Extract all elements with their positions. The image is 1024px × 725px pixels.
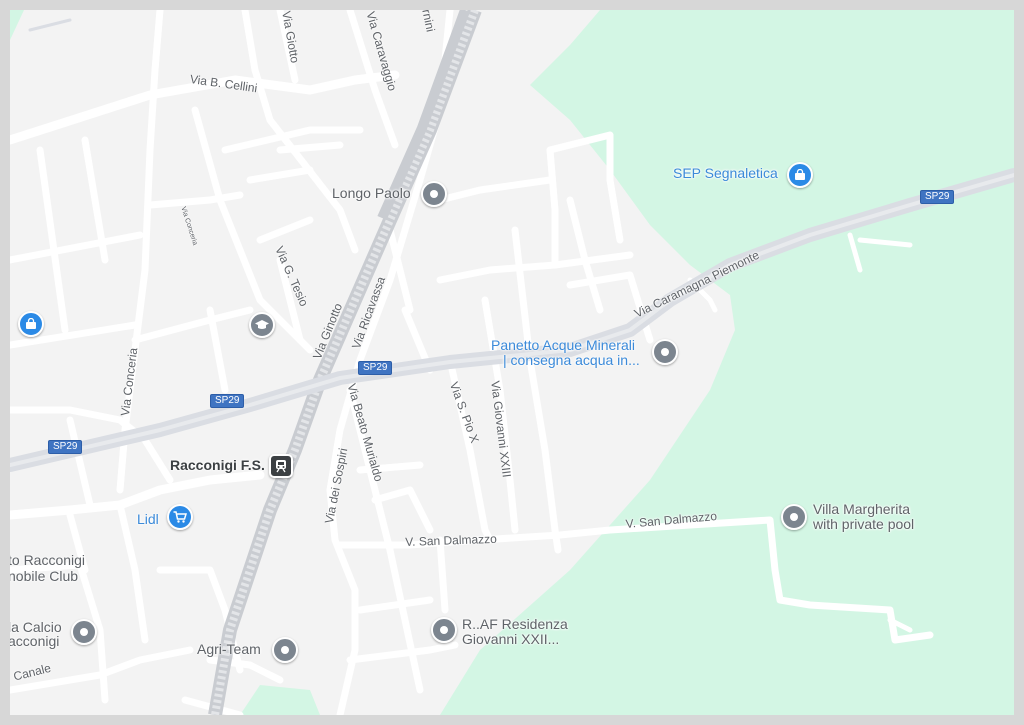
- minor-lane: [28, 18, 72, 32]
- map-canvas[interactable]: Via B. Cellini Via Giotto Via Caravaggio…: [10, 10, 1014, 715]
- poi-label-villa-1[interactable]: Villa Margherita: [813, 502, 910, 517]
- poi-label-residenza-2[interactable]: Giovanni XXII...: [462, 632, 559, 647]
- street: [276, 141, 344, 154]
- route-shield-sp29: SP29: [48, 440, 83, 454]
- street: [146, 191, 244, 209]
- street: [116, 10, 164, 494]
- train-icon[interactable]: [269, 454, 293, 478]
- location-pin-icon[interactable]: [71, 619, 97, 645]
- street: [10, 470, 265, 520]
- poi-label-sep-segnaletica[interactable]: SEP Segnaletica: [673, 166, 778, 181]
- street: [10, 231, 144, 264]
- street: [131, 306, 254, 344]
- poi-label-longo-paolo[interactable]: Longo Paolo: [332, 186, 411, 201]
- poi-label-villa-2[interactable]: with private pool: [813, 517, 914, 532]
- street: [206, 306, 229, 394]
- street: [546, 131, 624, 244]
- shopping-bag-icon[interactable]: [787, 162, 813, 188]
- location-pin-icon[interactable]: [421, 181, 447, 207]
- poi-label-residenza-1[interactable]: R..AF Residenza: [462, 617, 568, 632]
- shopping-bag-icon[interactable]: [18, 311, 44, 337]
- street: [511, 226, 562, 554]
- location-pin-icon[interactable]: [781, 504, 807, 530]
- street: [356, 596, 434, 614]
- shopping-cart-icon[interactable]: [167, 504, 193, 530]
- park-area-corner: [10, 10, 24, 40]
- street: [246, 166, 314, 184]
- street: [436, 176, 554, 204]
- street: [566, 196, 604, 314]
- street: [66, 416, 94, 509]
- poi-label-moto-club-2[interactable]: nobile Club: [10, 569, 78, 584]
- poi-label-panetto-2[interactable]: | consegna acqua in...: [503, 353, 640, 368]
- poi-label-lidl[interactable]: Lidl: [137, 512, 159, 527]
- street: [436, 536, 449, 614]
- location-pin-icon[interactable]: [272, 637, 298, 663]
- location-pin-icon[interactable]: [652, 339, 678, 365]
- graduation-cap-icon[interactable]: [249, 312, 275, 338]
- poi-label-panetto-1[interactable]: Panetto Acque Minerali: [491, 338, 635, 353]
- street: [346, 641, 459, 664]
- poi-label-agri-team[interactable]: Agri-Team: [197, 642, 261, 657]
- park-area-bottom: [240, 685, 320, 715]
- route-shield-sp29: SP29: [210, 394, 245, 408]
- location-pin-icon[interactable]: [431, 617, 457, 643]
- route-shield-sp29: SP29: [358, 361, 393, 375]
- poi-label-moto-club-1[interactable]: to Racconigi: [10, 553, 85, 568]
- street: [386, 546, 424, 694]
- poi-label-racconigi-fs[interactable]: Racconigi F.S.: [170, 458, 265, 473]
- poi-label-calcio-2[interactable]: acconigi: [10, 634, 59, 649]
- street: [36, 146, 69, 334]
- street: [256, 216, 314, 244]
- route-shield-sp29: SP29: [920, 190, 955, 204]
- street: [436, 261, 559, 284]
